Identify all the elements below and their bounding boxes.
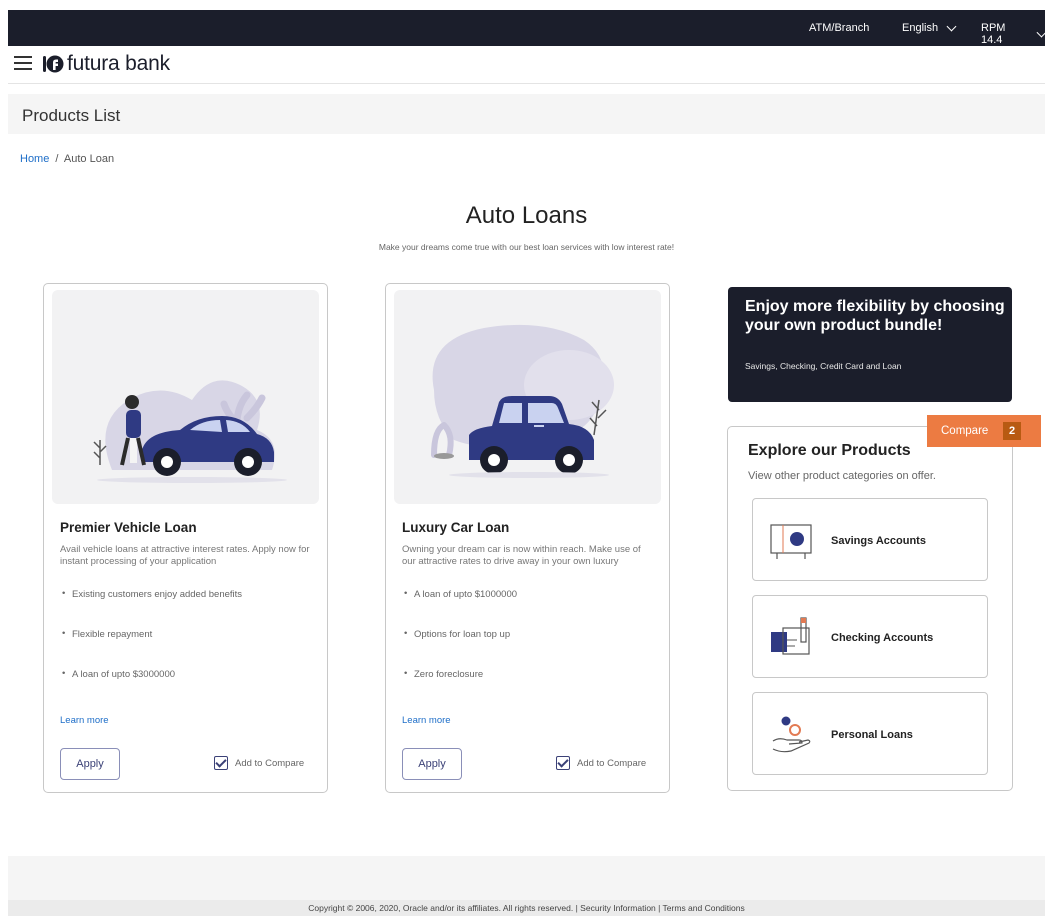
product-title: Premier Vehicle Loan — [60, 520, 197, 535]
footer-spacer — [8, 856, 1045, 900]
hamburger-menu-icon[interactable] — [14, 56, 32, 70]
explore-title: Explore our Products — [748, 442, 911, 459]
promo-title: Enjoy more flexibility by choosing your … — [745, 298, 1005, 334]
chevron-down-icon — [946, 21, 957, 31]
car-illustration-icon — [431, 324, 614, 478]
safe-icon — [770, 524, 812, 559]
product-category-checking-accounts[interactable]: Checking Accounts — [752, 595, 988, 678]
section-subtitle: Make your dreams come true with our best… — [378, 242, 675, 252]
product-category-savings-accounts[interactable]: Savings Accounts — [752, 498, 988, 581]
version-selector[interactable]: RPM 14.4 — [981, 22, 1045, 46]
hand-coins-icon — [772, 716, 811, 753]
product-card-luxury-car-loan: Luxury Car Loan Owning your dream car is… — [385, 283, 670, 793]
feature-list: Existing customers enjoy added benefits … — [62, 588, 242, 709]
chevron-down-icon — [1036, 27, 1045, 37]
app-header: futura bank — [8, 46, 1045, 84]
brand-name: futura bank — [67, 52, 170, 75]
add-to-compare-checkbox[interactable]: Add to Compare — [214, 756, 304, 770]
add-to-compare-label: Add to Compare — [577, 757, 647, 769]
language-selector[interactable]: English — [902, 21, 957, 34]
checkbox-checked-icon[interactable] — [556, 756, 570, 770]
feature-item: A loan of upto $3000000 — [62, 668, 242, 709]
breadcrumb-current: Auto Loan — [63, 153, 115, 165]
version-label: RPM 14.4 — [981, 22, 1006, 46]
product-category-label: Checking Accounts — [831, 632, 934, 644]
app-frame: ATM/Branch English RPM 14.4 futura bank … — [8, 10, 1045, 916]
product-bundle-promo[interactable]: Enjoy more flexibility by choosing your … — [728, 287, 1012, 402]
atm-branch-link[interactable]: ATM/Branch — [809, 22, 869, 34]
feature-list: A loan of upto $1000000 Options for loan… — [404, 588, 517, 709]
product-category-personal-loans[interactable]: Personal Loans — [752, 692, 988, 775]
learn-more-link[interactable]: Learn more — [402, 715, 451, 726]
atm-branch-label: ATM/Branch — [809, 22, 870, 34]
brand-logo[interactable]: futura bank — [42, 52, 170, 76]
top-bar: ATM/Branch English RPM 14.4 — [8, 10, 1045, 46]
man-with-car-illustration-icon — [93, 380, 287, 483]
feature-item: Existing customers enjoy added benefits — [62, 588, 242, 629]
feature-item: Flexible repayment — [62, 628, 242, 669]
compare-label: Compare — [941, 425, 989, 437]
apply-button[interactable]: Apply — [402, 748, 462, 780]
product-description: Avail vehicle loans at attractive intere… — [60, 544, 310, 567]
add-to-compare-label: Add to Compare — [235, 757, 305, 769]
feature-item: Zero foreclosure — [404, 668, 517, 709]
feature-item: A loan of upto $1000000 — [404, 588, 517, 629]
product-image — [394, 290, 661, 504]
page-title: Products List — [22, 106, 121, 125]
explore-subtitle: View other product categories on offer. — [748, 470, 936, 482]
product-card-premier-vehicle-loan: Premier Vehicle Loan Avail vehicle loans… — [43, 283, 328, 793]
compare-count-badge: 2 — [1003, 422, 1021, 440]
language-label: English — [902, 22, 939, 34]
page-title-bar: Products List — [8, 94, 1045, 134]
apply-button[interactable]: Apply — [60, 748, 120, 780]
breadcrumb-separator: / — [55, 153, 59, 165]
feature-item: Options for loan top up — [404, 628, 517, 669]
breadcrumb: Home / Auto Loan — [20, 153, 114, 165]
promo-subtitle: Savings, Checking, Credit Card and Loan — [745, 361, 902, 371]
futura-logo-icon — [43, 55, 64, 73]
learn-more-link[interactable]: Learn more — [60, 715, 109, 726]
add-to-compare-checkbox[interactable]: Add to Compare — [556, 756, 646, 770]
product-title: Luxury Car Loan — [402, 520, 510, 535]
product-category-label: Personal Loans — [831, 729, 913, 741]
product-category-label: Savings Accounts — [831, 535, 926, 547]
breadcrumb-home-link[interactable]: Home — [20, 153, 49, 165]
product-description: Owning your dream car is now within reac… — [402, 544, 641, 567]
product-image — [52, 290, 319, 504]
checkbox-checked-icon[interactable] — [214, 756, 228, 770]
explore-products-panel: Explore our Products View other product … — [727, 426, 1013, 791]
section-title: Auto Loans — [465, 202, 588, 229]
footer: Copyright © 2006, 2020, Oracle and/or it… — [8, 900, 1045, 916]
checkbook-icon — [771, 617, 810, 655]
compare-button[interactable]: Compare 2 — [927, 415, 1041, 447]
